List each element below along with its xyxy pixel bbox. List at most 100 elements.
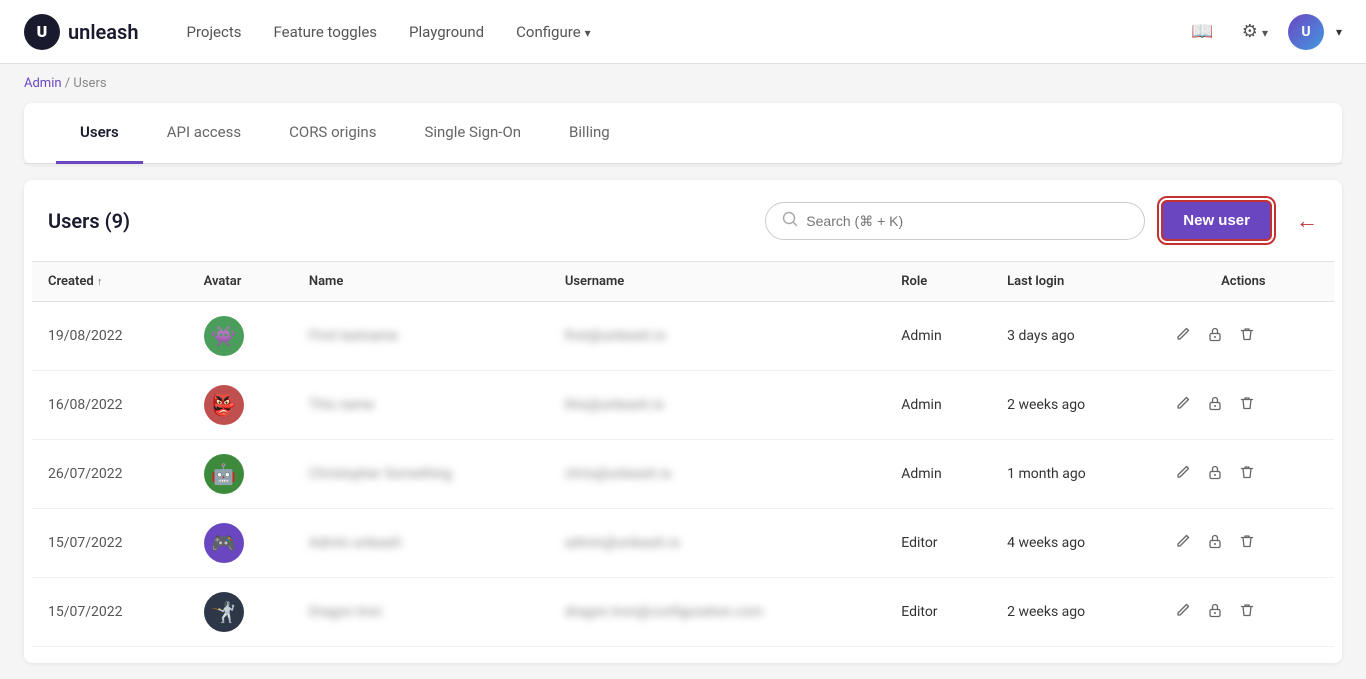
settings-button[interactable]: ⚙ <box>1234 17 1276 46</box>
table-header-row: Created Avatar Name Username Role <box>32 262 1334 302</box>
breadcrumb-separator: / <box>65 76 70 91</box>
edit-button[interactable] <box>1169 460 1197 489</box>
lock-button[interactable] <box>1201 598 1229 627</box>
content-card: Users (9) New user ← Created Av <box>24 180 1342 663</box>
edit-button[interactable] <box>1169 391 1197 420</box>
tab-single-sign-on[interactable]: Single Sign-On <box>400 103 545 164</box>
cell-username: chris@unleash.io <box>549 440 885 509</box>
cell-name: Christopher Something <box>293 440 549 509</box>
breadcrumb: Admin / Users <box>0 64 1366 103</box>
cell-role: Admin <box>885 371 991 440</box>
cell-actions <box>1153 509 1334 578</box>
users-table: Created Avatar Name Username Role <box>32 261 1334 647</box>
arrow-indicator: ← <box>1296 208 1318 234</box>
tab-cors-origins[interactable]: CORS origins <box>265 103 400 164</box>
delete-button[interactable] <box>1233 460 1261 489</box>
cell-last-login: 4 weeks ago <box>991 509 1153 578</box>
cell-actions <box>1153 371 1334 440</box>
breadcrumb-admin-link[interactable]: Admin <box>24 76 62 91</box>
cell-last-login: 2 weeks ago <box>991 578 1153 647</box>
cell-role: Admin <box>885 302 991 371</box>
cell-avatar: 🤖 <box>188 440 293 509</box>
cell-role: Editor <box>885 509 991 578</box>
cell-username: admin@unleash.io <box>549 509 885 578</box>
cell-avatar: 🎮 <box>188 509 293 578</box>
cell-last-login: 2 weeks ago <box>991 371 1153 440</box>
cell-avatar: 👺 <box>188 371 293 440</box>
tab-api-access[interactable]: API access <box>143 103 265 164</box>
tab-billing[interactable]: Billing <box>545 103 634 164</box>
table-row: 16/08/2022👺This namethis@unleash.ioAdmin… <box>32 371 1334 440</box>
lock-button[interactable] <box>1201 460 1229 489</box>
col-last-login: Last login <box>991 262 1153 302</box>
edit-button[interactable] <box>1169 598 1197 627</box>
new-user-button[interactable]: New user <box>1161 200 1272 241</box>
col-avatar: Avatar <box>188 262 293 302</box>
user-chevron-icon <box>1336 24 1342 40</box>
docs-button[interactable]: 📖 <box>1183 17 1221 46</box>
delete-button[interactable] <box>1233 598 1261 627</box>
tabs-card: Users API access CORS origins Single Sig… <box>24 103 1342 164</box>
search-icon <box>782 211 798 231</box>
search-input[interactable] <box>806 213 1128 229</box>
settings-icon: ⚙ <box>1242 21 1258 42</box>
cell-role: Editor <box>885 578 991 647</box>
delete-button[interactable] <box>1233 529 1261 558</box>
user-avatar-button[interactable]: U <box>1288 14 1324 50</box>
configure-chevron-icon <box>585 23 591 41</box>
nav-feature-toggles[interactable]: Feature toggles <box>273 23 377 41</box>
search-box[interactable] <box>765 202 1145 240</box>
cell-username: dragon.tron@configuration.com <box>549 578 885 647</box>
col-created[interactable]: Created <box>32 262 188 302</box>
col-username: Username <box>549 262 885 302</box>
cell-username: this@unleash.io <box>549 371 885 440</box>
lock-button[interactable] <box>1201 322 1229 351</box>
users-table-wrapper: Created Avatar Name Username Role <box>24 261 1342 663</box>
nav-right: 📖 ⚙ U <box>1183 14 1342 50</box>
cell-created: 26/07/2022 <box>32 440 188 509</box>
table-body: 19/08/2022👾First lastnamefirst@unleash.i… <box>32 302 1334 647</box>
users-header: Users (9) New user ← <box>24 180 1342 261</box>
cell-avatar: 👾 <box>188 302 293 371</box>
table-row: 26/07/2022🤖Christopher Somethingchris@un… <box>32 440 1334 509</box>
users-count-title: Users (9) <box>48 209 749 233</box>
cell-actions <box>1153 302 1334 371</box>
cell-name: Admin unleash <box>293 509 549 578</box>
cell-role: Admin <box>885 440 991 509</box>
cell-username: first@unleash.io <box>549 302 885 371</box>
docs-icon: 📖 <box>1191 21 1213 42</box>
nav-configure[interactable]: Configure <box>516 23 591 41</box>
table-row: 19/08/2022👾First lastnamefirst@unleash.i… <box>32 302 1334 371</box>
tabs-container: Users API access CORS origins Single Sig… <box>24 103 1342 164</box>
lock-button[interactable] <box>1201 529 1229 558</box>
cell-created: 15/07/2022 <box>32 509 188 578</box>
tab-users[interactable]: Users <box>56 103 143 164</box>
edit-button[interactable] <box>1169 529 1197 558</box>
table-row: 15/07/2022🎮Admin unleashadmin@unleash.io… <box>32 509 1334 578</box>
delete-button[interactable] <box>1233 391 1261 420</box>
logo-area[interactable]: U unleash <box>24 14 138 50</box>
cell-actions <box>1153 440 1334 509</box>
nav-projects[interactable]: Projects <box>186 23 241 41</box>
table-row: 15/07/2022🤺Dragon trondragon.tron@config… <box>32 578 1334 647</box>
breadcrumb-current: Users <box>73 76 106 91</box>
top-navigation: U unleash Projects Feature toggles Playg… <box>0 0 1366 64</box>
col-actions: Actions <box>1153 262 1334 302</box>
cell-name: This name <box>293 371 549 440</box>
col-name: Name <box>293 262 549 302</box>
cell-last-login: 3 days ago <box>991 302 1153 371</box>
cell-last-login: 1 month ago <box>991 440 1153 509</box>
lock-button[interactable] <box>1201 391 1229 420</box>
edit-button[interactable] <box>1169 322 1197 351</box>
nav-links: Projects Feature toggles Playground Conf… <box>186 23 1151 41</box>
cell-name: Dragon tron <box>293 578 549 647</box>
cell-created: 15/07/2022 <box>32 578 188 647</box>
cell-created: 16/08/2022 <box>32 371 188 440</box>
settings-chevron-icon <box>1262 21 1268 42</box>
app-name: unleash <box>68 20 138 44</box>
col-role: Role <box>885 262 991 302</box>
cell-actions <box>1153 578 1334 647</box>
cell-name: First lastname <box>293 302 549 371</box>
delete-button[interactable] <box>1233 322 1261 351</box>
nav-playground[interactable]: Playground <box>409 23 484 41</box>
